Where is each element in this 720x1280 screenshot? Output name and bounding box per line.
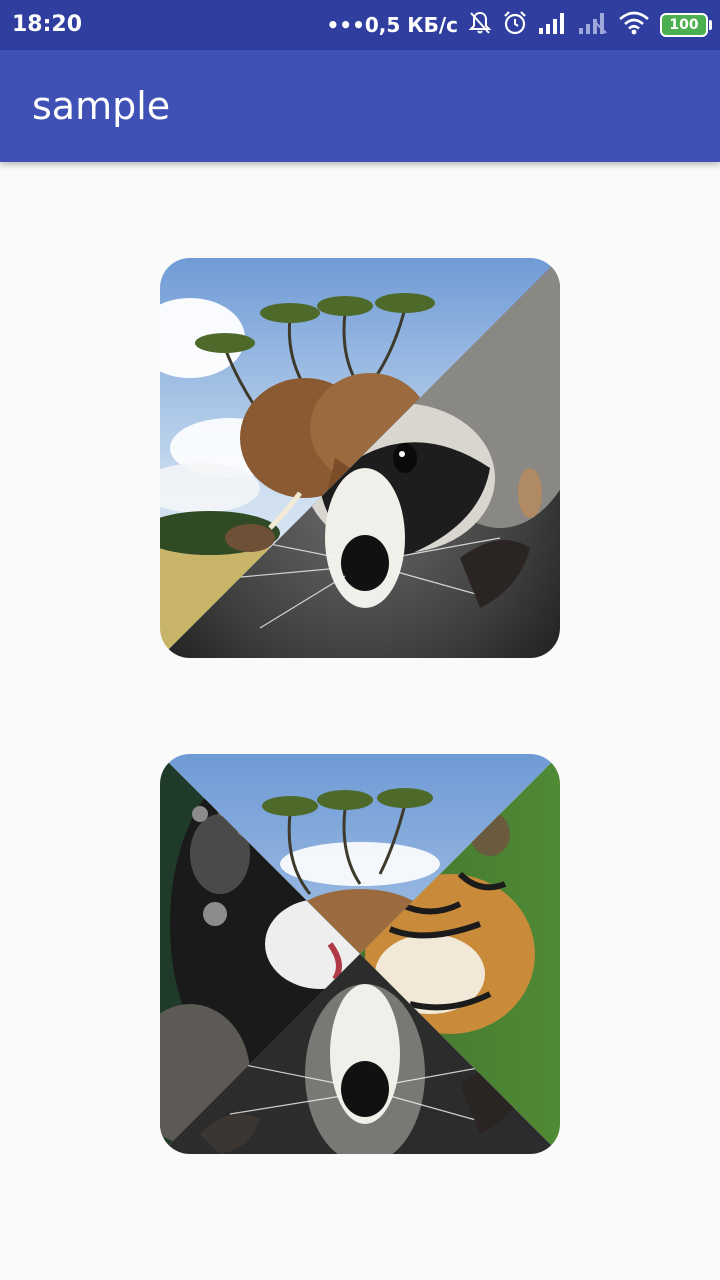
four-way-split-image bbox=[160, 754, 560, 1154]
alarm-icon bbox=[502, 10, 528, 41]
status-bar: 18:20 •••0,5 КБ/с 100 bbox=[0, 0, 720, 50]
wifi-icon bbox=[618, 11, 650, 40]
status-time: 18:20 bbox=[12, 12, 83, 37]
battery-icon: 100 bbox=[660, 13, 712, 37]
network-speed: •••0,5 КБ/с bbox=[326, 13, 459, 37]
signal-icon bbox=[538, 11, 568, 40]
signal-weak-icon bbox=[578, 11, 608, 40]
app-title: sample bbox=[32, 84, 171, 128]
notifications-off-icon bbox=[468, 10, 492, 41]
status-icons: •••0,5 КБ/с 100 bbox=[326, 10, 712, 41]
diagonal-split-image bbox=[160, 258, 560, 658]
app-bar: sample bbox=[0, 50, 720, 162]
